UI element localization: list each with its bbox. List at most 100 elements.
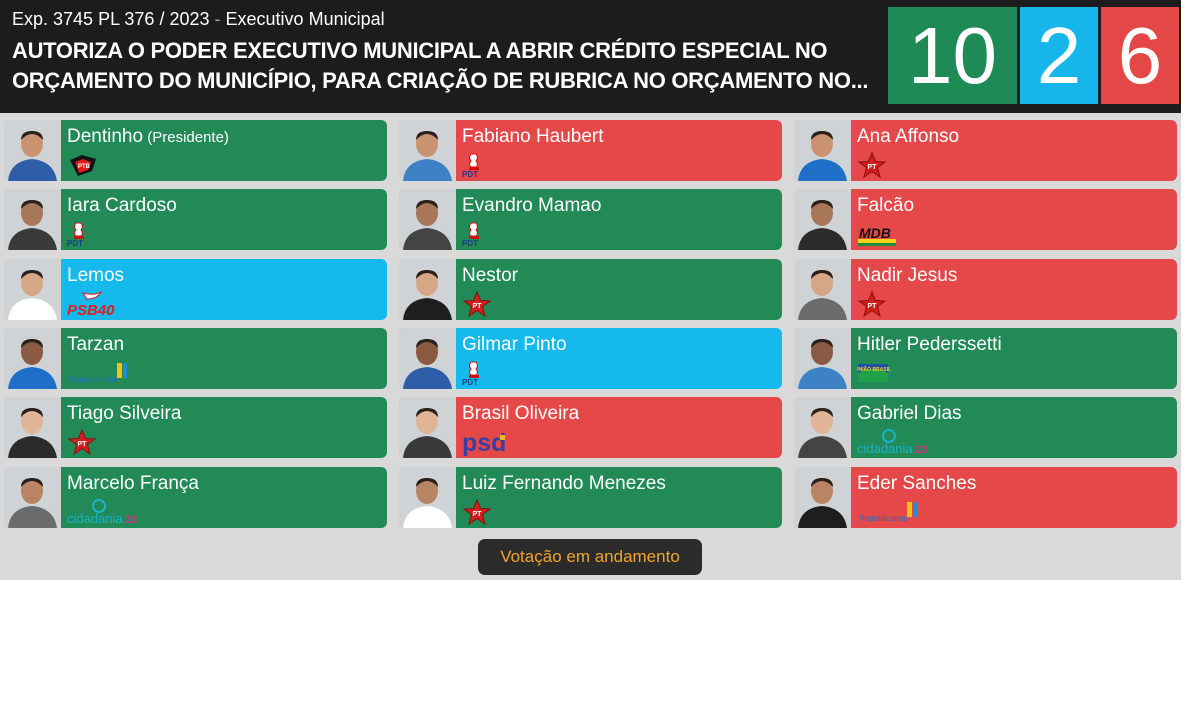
councillor-photo — [4, 189, 61, 250]
councillor-name-text: Tiago Silveira — [67, 403, 182, 424]
tally-yes-count: 10 — [888, 7, 1017, 104]
councillor-name: Luiz Fernando Menezes — [462, 473, 666, 495]
pdt-logo: PDT — [462, 221, 496, 248]
councillor-name: Nestor — [462, 265, 518, 287]
bill-reference-line: Exp. 3745 PL 376 / 2023 - Executivo Muni… — [12, 9, 385, 30]
councillor-name-text: Hitler Pederssetti — [857, 334, 1002, 355]
councillor-card: Gilmar Pinto PDT — [399, 328, 782, 389]
voting-status-badge: Votação em andamento — [478, 539, 702, 575]
councillor-photo — [4, 328, 61, 389]
councillor-photo — [794, 467, 851, 528]
councillor-name: Tiago Silveira — [67, 403, 181, 425]
councillor-name-text: Tarzan — [67, 334, 125, 355]
councillor-name-text: Eder Sanches — [857, 473, 977, 494]
councillor-photo — [794, 259, 851, 320]
councillor-name: Nadir Jesus — [857, 265, 957, 287]
reference-separator: - — [214, 9, 221, 29]
councillor-name-text: Ana Affonso — [857, 126, 960, 147]
svg-text:PTB: PTB — [78, 164, 91, 170]
councillor-name: Evandro Mamao — [462, 195, 601, 217]
councillor-card: Fabiano Haubert PDT — [399, 120, 782, 181]
councillor-name: Ana Affonso — [857, 126, 959, 148]
svg-text:PT: PT — [868, 164, 878, 171]
councillor-card: Evandro Mamao PDT — [399, 189, 782, 250]
pdt-logo: PDT — [462, 152, 496, 179]
svg-text:cidadania: cidadania — [857, 441, 913, 455]
councillor-name: Falcão — [857, 195, 914, 217]
pdt-logo: PDT — [462, 360, 496, 387]
councillor-card: Ana Affonso PT — [794, 120, 1177, 181]
svg-text:MDB: MDB — [859, 225, 891, 241]
svg-text:PSB40: PSB40 — [67, 302, 115, 317]
psb-logo: PSB40 — [67, 290, 123, 319]
councillor-name-text: Dentinho — [67, 126, 144, 147]
councillor-card: Hitler Pederssetti UNIÃO BRASIL — [794, 328, 1177, 389]
councillor-photo — [4, 467, 61, 528]
councillor-photo — [399, 467, 456, 528]
councillor-card: Luiz Fernando Menezes PT — [399, 467, 782, 528]
svg-text:PDT: PDT — [67, 239, 83, 247]
councillor-role-note: (Presidente) — [143, 129, 229, 146]
svg-text:Republicanos: Republicanos — [859, 514, 907, 523]
councillor-card: Marcelo França cidadania 23 — [4, 467, 387, 528]
councillor-name-text: Luiz Fernando Menezes — [462, 473, 666, 494]
svg-text:Republicanos: Republicanos — [69, 375, 117, 384]
councillor-name-text: Falcão — [857, 195, 915, 216]
cidadania-logo: cidadania 23 — [67, 499, 141, 526]
councillor-photo — [399, 259, 456, 320]
councillor-name: Marcelo França — [67, 473, 199, 495]
councillor-name-text: Lemos — [67, 265, 125, 286]
councillor-card: Nadir Jesus PT — [794, 259, 1177, 320]
tally-no-count: 6 — [1101, 7, 1179, 104]
councillor-name-text: Nestor — [462, 265, 518, 286]
svg-text:23: 23 — [125, 514, 137, 525]
svg-text:UNIÃO BRASIL: UNIÃO BRASIL — [857, 366, 891, 373]
councillor-photo — [399, 328, 456, 389]
councillor-name: Gabriel Dias — [857, 403, 962, 425]
pt-logo: PT — [857, 290, 887, 318]
tally-abstain-count: 2 — [1020, 7, 1098, 104]
svg-text:PT: PT — [473, 303, 483, 310]
councillor-name-text: Evandro Mamao — [462, 195, 602, 216]
councillor-photo — [4, 397, 61, 458]
svg-text:PDT: PDT — [462, 239, 478, 247]
councillor-photo — [4, 120, 61, 181]
councillor-card: Tarzan Republicanos — [4, 328, 387, 389]
councillor-name: Iara Cardoso — [67, 195, 177, 217]
councillor-name: Gilmar Pinto — [462, 334, 567, 356]
svg-text:cidadania: cidadania — [67, 511, 123, 525]
councillor-photo — [794, 189, 851, 250]
councillor-card: Falcão MDB — [794, 189, 1177, 250]
councillor-card: Lemos PSB40 — [4, 259, 387, 320]
councillor-name: Lemos — [67, 265, 124, 287]
councillor-name-text: Marcelo França — [67, 473, 199, 494]
councillor-photo — [794, 397, 851, 458]
councillor-card: Eder Sanches Republicanos — [794, 467, 1177, 528]
councillor-card: Dentinho (Presidente) PTB — [4, 120, 387, 181]
svg-text:PDT: PDT — [462, 378, 478, 386]
bill-reference: Exp. 3745 PL 376 / 2023 — [12, 9, 210, 29]
councillor-name-text: Fabiano Haubert — [462, 126, 604, 147]
pt-logo: PT — [67, 428, 97, 456]
councillor-name: Eder Sanches — [857, 473, 976, 495]
councillor-card: Nestor PT — [399, 259, 782, 320]
councillor-card: Iara Cardoso PDT — [4, 189, 387, 250]
councillor-name-text: Brasil Oliveira — [462, 403, 580, 424]
mdb-logo: MDB — [857, 221, 899, 247]
header-bar: Exp. 3745 PL 376 / 2023 - Executivo Muni… — [0, 0, 1181, 113]
councillor-photo — [794, 120, 851, 181]
councillor-photo — [794, 328, 851, 389]
councillor-card: Tiago Silveira PT — [4, 397, 387, 458]
pt-logo: PT — [857, 151, 887, 179]
councillor-name-text: Gabriel Dias — [857, 403, 962, 424]
svg-text:PT: PT — [868, 303, 878, 310]
svg-text:PDT: PDT — [462, 170, 478, 178]
bill-author: Executivo Municipal — [225, 9, 385, 29]
republicanos-logo: Republicanos — [67, 360, 141, 386]
councillor-name-text: Iara Cardoso — [67, 195, 177, 216]
pdt-logo: PDT — [67, 221, 101, 248]
svg-text:PT: PT — [473, 511, 483, 518]
councillor-photo — [399, 189, 456, 250]
uniao-brasil-logo: UNIÃO BRASIL — [855, 360, 891, 386]
pt-logo: PT — [462, 498, 492, 526]
